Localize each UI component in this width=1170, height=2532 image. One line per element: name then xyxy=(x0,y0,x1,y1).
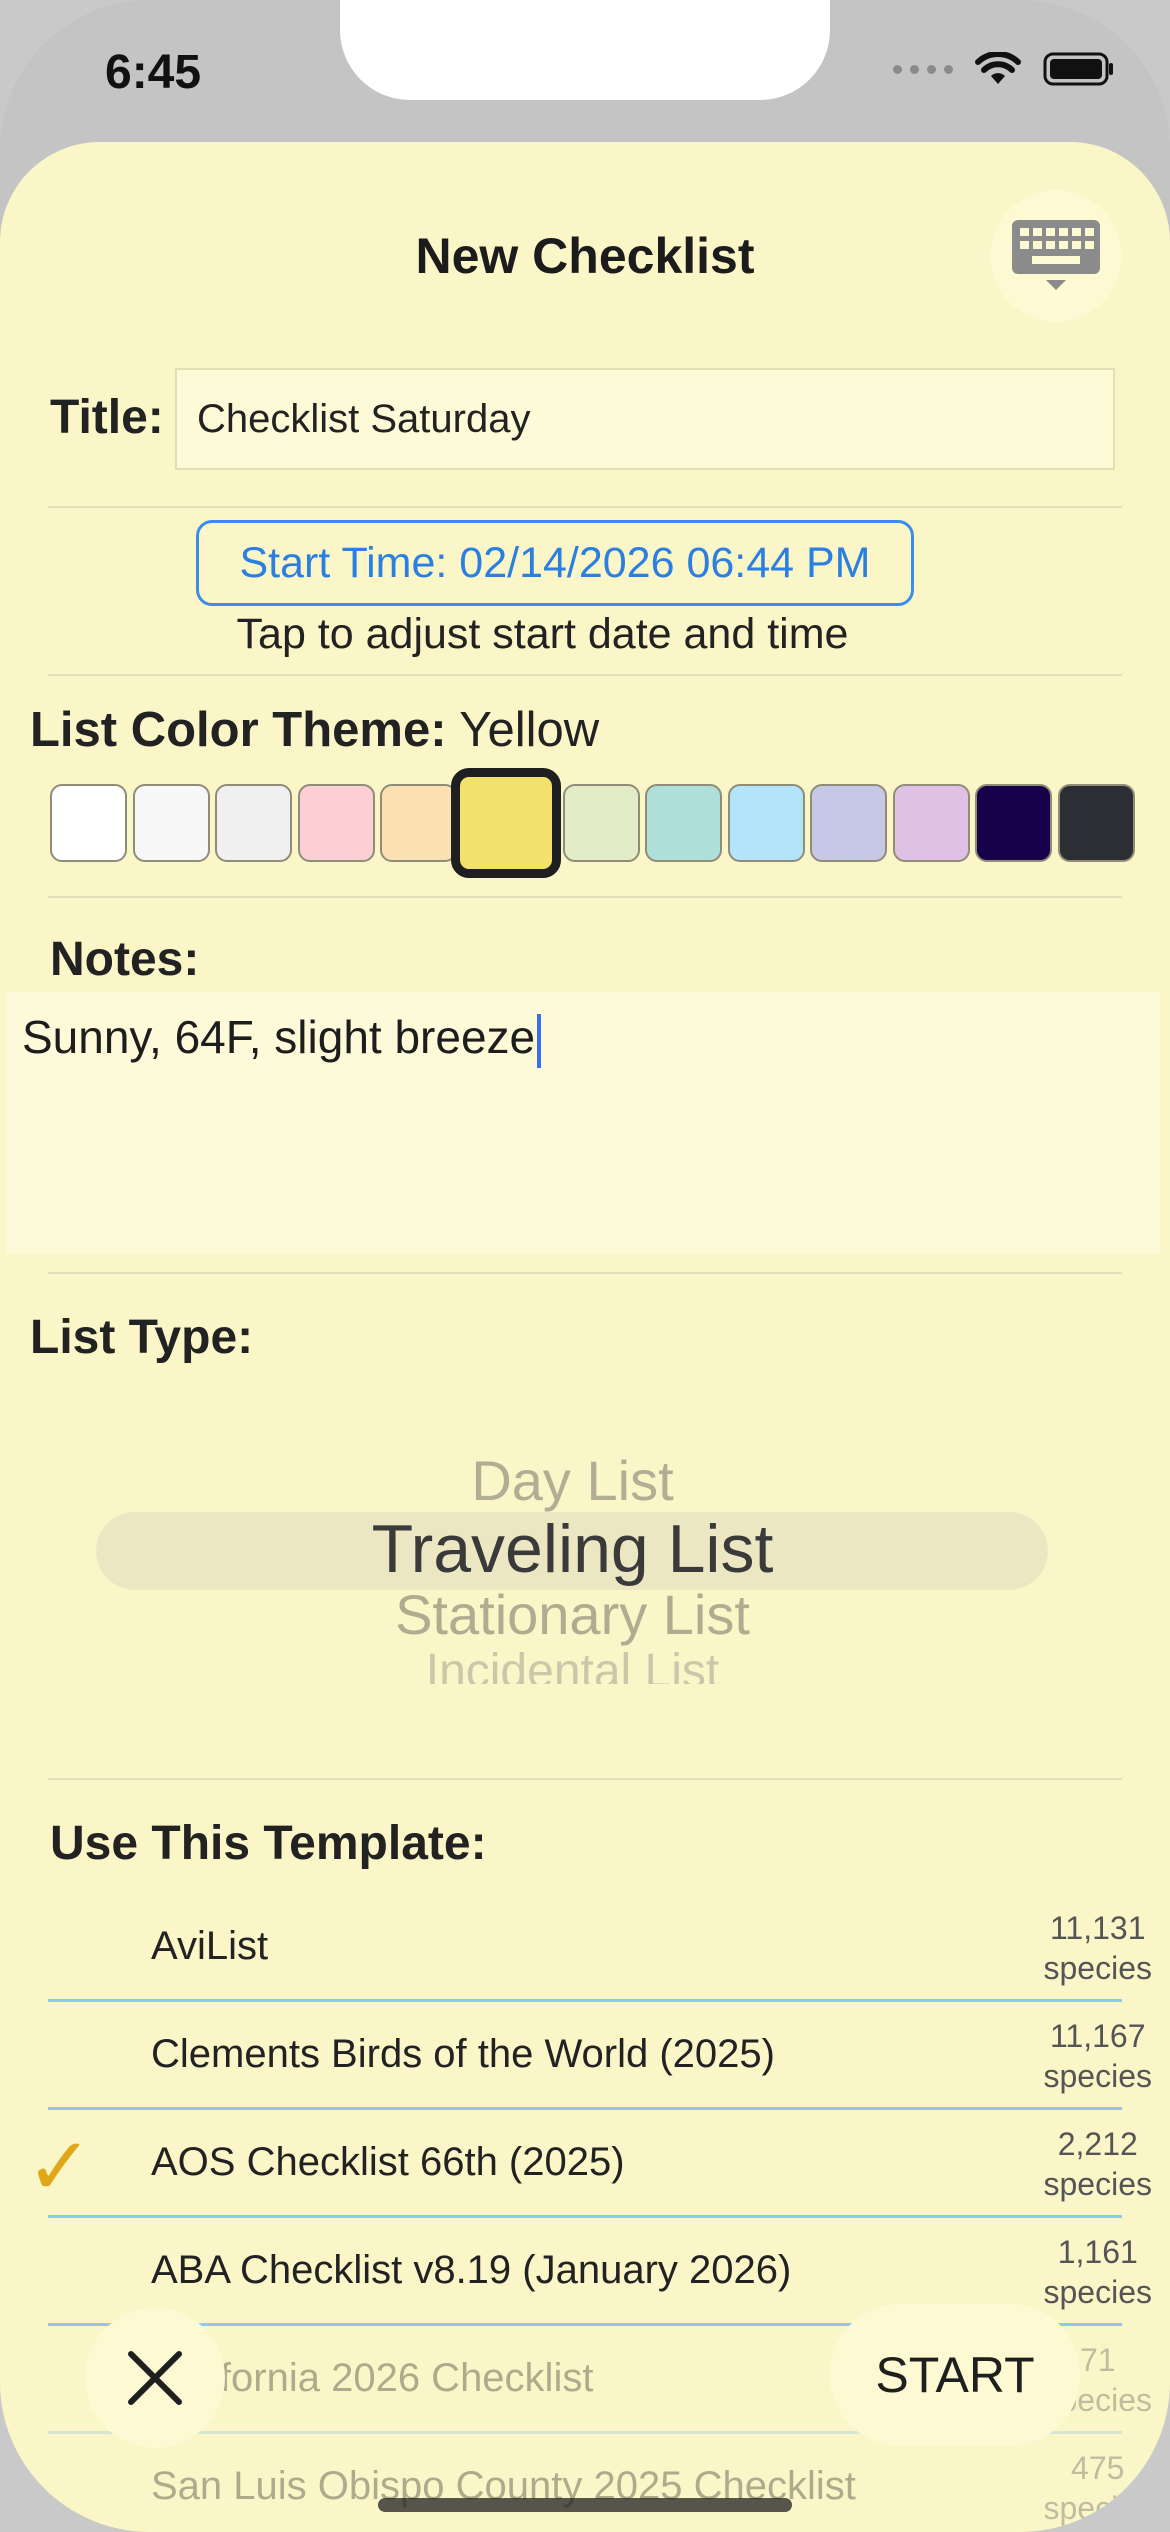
status-icons xyxy=(893,52,1115,86)
template-name: ABA Checklist v8.19 (January 2026) xyxy=(151,2248,792,2292)
picker-option[interactable]: Day List xyxy=(0,1448,1145,1513)
color-theme-value: Yellow xyxy=(459,703,600,757)
color-swatch[interactable] xyxy=(50,784,127,862)
notes-label: Notes: xyxy=(50,933,200,986)
template-name: Clements Birds of the World (2025) xyxy=(151,2032,775,2076)
checkmark-icon: ✓ xyxy=(26,2122,94,2211)
color-theme-label: List Color Theme: xyxy=(30,703,447,757)
template-species-count: 1,161 species xyxy=(1043,2234,1153,2310)
status-time: 6:45 xyxy=(105,46,202,99)
notch xyxy=(340,0,830,100)
color-swatch[interactable] xyxy=(1057,784,1135,862)
list-type-label: List Type: xyxy=(30,1311,254,1364)
keyboard-dismiss-icon xyxy=(1012,220,1100,290)
template-species-count: 11,167 species xyxy=(1043,2018,1153,2094)
template-species-count: 475 species xyxy=(1043,2450,1153,2526)
color-swatch-selected[interactable] xyxy=(450,768,561,878)
home-indicator xyxy=(378,2498,792,2512)
divider xyxy=(48,674,1122,676)
template-name: AOS Checklist 66th (2025) xyxy=(151,2140,625,2184)
cancel-button[interactable] xyxy=(85,2308,225,2448)
template-species-count: 2,212 species xyxy=(1043,2126,1153,2202)
template-row[interactable]: AviList 11,131 species xyxy=(0,1894,1170,2002)
wifi-icon xyxy=(975,52,1021,84)
text-cursor xyxy=(537,1013,542,1068)
picker-option[interactable]: Stationary List xyxy=(0,1582,1145,1647)
color-swatch-row xyxy=(50,768,1140,878)
color-swatch[interactable] xyxy=(892,784,970,862)
picker-option[interactable]: Incidental List xyxy=(0,1644,1145,1684)
start-time-button[interactable]: Start Time: 02/14/2026 06:44 PM xyxy=(196,520,914,606)
dismiss-keyboard-button[interactable] xyxy=(990,190,1122,322)
battery-icon xyxy=(1043,52,1113,86)
close-icon xyxy=(128,2351,182,2405)
color-theme-heading: List Color Theme: Yellow xyxy=(30,702,599,758)
color-swatch[interactable] xyxy=(810,784,887,862)
color-swatch[interactable] xyxy=(562,784,640,862)
template-label: Use This Template: xyxy=(50,1817,487,1870)
color-swatch[interactable] xyxy=(380,784,457,862)
divider xyxy=(48,1272,1122,1274)
color-swatch[interactable] xyxy=(645,784,722,862)
color-swatch[interactable] xyxy=(132,784,210,862)
start-time-hint: Tap to adjust start date and time xyxy=(236,610,849,658)
device-screen: 6:45 New Checklist Title: Checklist Satu… xyxy=(0,0,1170,2532)
divider xyxy=(48,896,1122,898)
template-row[interactable]: Clements Birds of the World (2025) 11,16… xyxy=(0,2002,1170,2110)
title-label: Title: xyxy=(50,391,164,444)
template-row[interactable]: San Luis Obispo County 2025 Checklist 47… xyxy=(0,2434,1170,2532)
template-row-selected[interactable]: ✓ AOS Checklist 66th (2025) 2,212 species xyxy=(0,2110,1170,2218)
divider xyxy=(48,1778,1122,1780)
new-checklist-sheet: New Checklist Title: Checklist Saturday … xyxy=(0,142,1170,2532)
title-field[interactable]: Checklist Saturday xyxy=(175,368,1115,470)
status-bar: 6:45 xyxy=(0,0,1170,150)
notes-text: Sunny, 64F, slight breeze xyxy=(22,1011,536,1063)
list-type-picker[interactable]: Day List Traveling List Stationary List … xyxy=(0,1432,1170,1702)
start-button[interactable]: START xyxy=(830,2304,1080,2446)
notes-textarea[interactable]: Sunny, 64F, slight breeze xyxy=(6,992,1160,1254)
color-swatch[interactable] xyxy=(215,784,292,862)
picker-option-selected[interactable]: Traveling List xyxy=(0,1510,1145,1588)
template-name: AviList xyxy=(151,1924,269,1968)
color-swatch[interactable] xyxy=(975,784,1052,862)
color-swatch[interactable] xyxy=(727,784,805,862)
divider xyxy=(48,506,1122,508)
cellular-signal-icon xyxy=(893,64,953,74)
template-species-count: 11,131 species xyxy=(1043,1910,1153,1986)
color-swatch[interactable] xyxy=(297,784,375,862)
